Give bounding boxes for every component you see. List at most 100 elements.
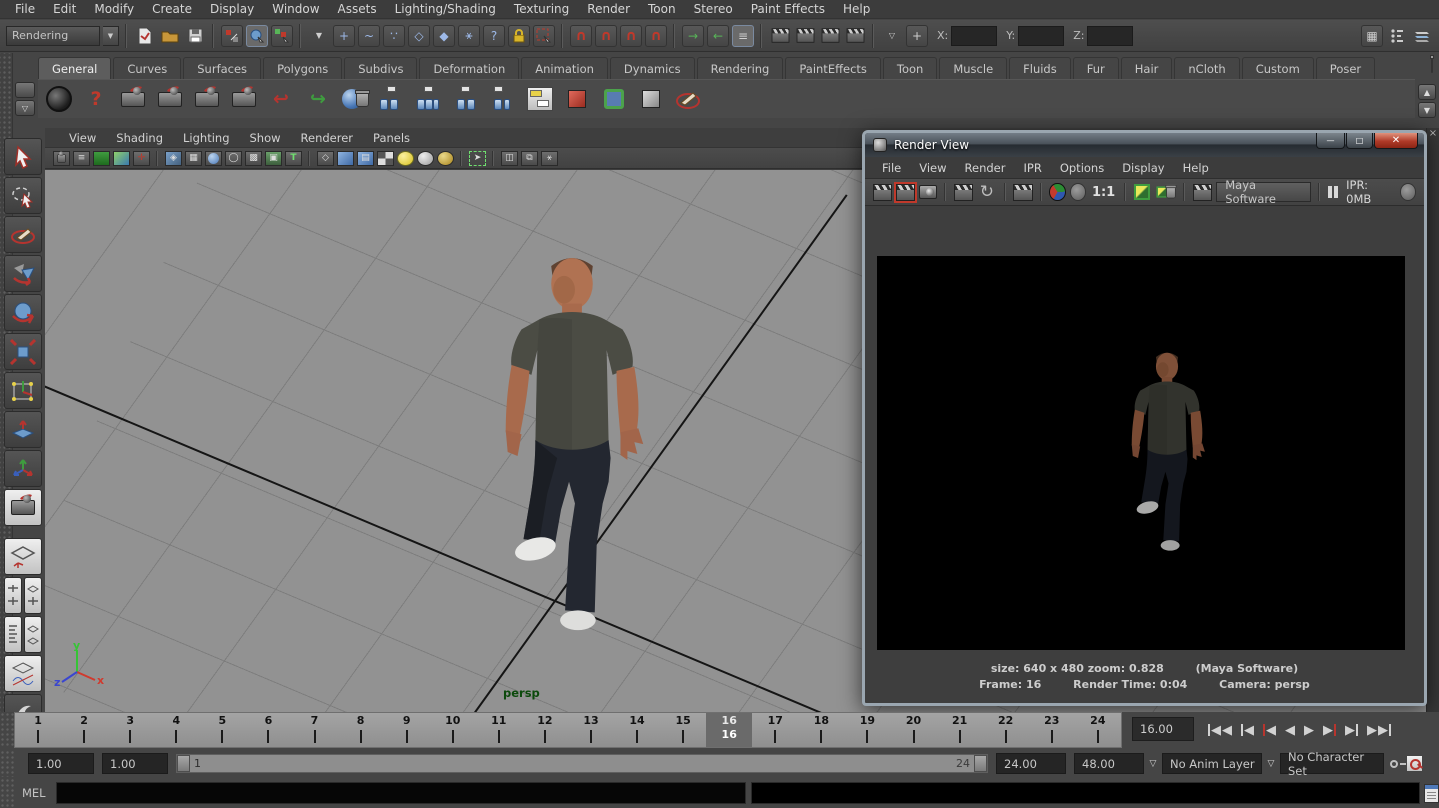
step-forward-key-button[interactable]: ▶ <box>1321 721 1338 740</box>
duplicate-object-icon[interactable] <box>562 84 592 114</box>
safe-action-icon[interactable]: ▩ <box>245 151 262 166</box>
frame-cell[interactable]: 10 <box>430 713 476 747</box>
coordinate-expander-icon[interactable]: ▽ <box>881 25 903 47</box>
wireframe-display-icon[interactable]: ◇ <box>317 151 334 166</box>
toolbar-separator[interactable] <box>673 24 676 48</box>
group-objects-icon[interactable] <box>636 84 666 114</box>
shelf-tab-general[interactable]: General <box>38 57 111 79</box>
character-set-dropdown-icon[interactable]: ▽ <box>1262 755 1280 773</box>
snap-magnet-plane-icon[interactable]: ∩ <box>645 25 667 47</box>
snap-magnet-point-icon[interactable]: ∩ <box>620 25 642 47</box>
animation-start-field[interactable]: 1.00 <box>28 753 94 774</box>
move-tool[interactable] <box>4 255 42 292</box>
x-coordinate-field[interactable] <box>951 26 997 46</box>
input-connections-icon[interactable]: → <box>682 25 704 47</box>
pause-ipr-icon[interactable] <box>1328 186 1338 198</box>
alpha-channel-button[interactable] <box>1070 183 1086 201</box>
menu-file[interactable]: File <box>6 1 44 17</box>
snapshot-button[interactable] <box>919 185 937 199</box>
film-reel-icon[interactable] <box>44 84 74 114</box>
frame-cell[interactable]: 4 <box>153 713 199 747</box>
render-settings-icon[interactable] <box>844 25 866 47</box>
shelf-delete-trash-icon[interactable] <box>1431 58 1433 72</box>
rv-menu-ipr[interactable]: IPR <box>1015 159 1051 177</box>
y-coordinate-field[interactable] <box>1018 26 1064 46</box>
menu-window[interactable]: Window <box>263 1 328 17</box>
rv-menu-render[interactable]: Render <box>956 159 1015 177</box>
output-connections-icon[interactable]: ← <box>707 25 729 47</box>
frame-cell[interactable]: 3 <box>107 713 153 747</box>
frame-cell[interactable]: 21 <box>937 713 983 747</box>
panel-menu-view[interactable]: View <box>59 130 106 146</box>
menu-create[interactable]: Create <box>143 1 201 17</box>
snap-to-curves-icon[interactable]: ~ <box>358 25 380 47</box>
highlight-selection-icon[interactable] <box>533 25 555 47</box>
delete-unused-nodes-icon[interactable] <box>340 84 370 114</box>
anim-layer-field[interactable]: No Anim Layer <box>1162 753 1262 774</box>
render-view-titlebar[interactable]: Render View — □ ✕ <box>865 133 1424 157</box>
shelf-tab-custom[interactable]: Custom <box>1242 57 1314 79</box>
image-plane-icon[interactable] <box>113 151 130 166</box>
snap-to-grids-icon[interactable]: + <box>333 25 355 47</box>
menu-set-selector[interactable]: Rendering <box>6 26 100 46</box>
rv-menu-help[interactable]: Help <box>1174 159 1218 177</box>
menu-help[interactable]: Help <box>834 1 879 17</box>
quick-help-icon[interactable]: ? <box>81 84 111 114</box>
range-slider-bar[interactable]: 1 24 <box>176 754 988 773</box>
character-model[interactable] <box>478 244 666 664</box>
frame-cell[interactable]: 22 <box>983 713 1029 747</box>
shelf-tab-toon[interactable]: Toon <box>883 57 937 79</box>
shelf-tab-fur[interactable]: Fur <box>1073 57 1119 79</box>
xray-display-icon[interactable]: ⧉ <box>521 151 538 166</box>
panel-menu-shading[interactable]: Shading <box>106 130 173 146</box>
range-grip[interactable] <box>0 750 14 777</box>
go-to-start-button[interactable]: ◀◀ <box>1206 721 1234 740</box>
redo-icon[interactable]: ↪ <box>303 84 333 114</box>
rv-menu-view[interactable]: View <box>910 159 955 177</box>
render-current-frame-button[interactable] <box>896 184 915 201</box>
camera-roll-icon[interactable] <box>229 84 259 114</box>
snap-to-view-planes-icon[interactable]: ◇ <box>408 25 430 47</box>
menu-assets[interactable]: Assets <box>329 1 386 17</box>
default-lighting-icon[interactable] <box>397 151 414 166</box>
rv-menu-options[interactable]: Options <box>1051 159 1113 177</box>
hypergraph-window-icon[interactable] <box>525 84 555 114</box>
menu-stereo[interactable]: Stereo <box>685 1 742 17</box>
frame-cell[interactable]: 20 <box>890 713 936 747</box>
shelf-tab-fluids[interactable]: Fluids <box>1009 57 1071 79</box>
hypergraph-node-icon[interactable] <box>377 84 407 114</box>
scale-tool[interactable] <box>4 333 42 370</box>
frame-cell[interactable]: 13 <box>568 713 614 747</box>
frame-cell[interactable]: 6 <box>245 713 291 747</box>
play-forward-button[interactable]: ▶ <box>1302 721 1316 740</box>
close-button[interactable]: ✕ <box>1374 133 1418 149</box>
playback-start-field[interactable]: 1.00 <box>102 753 168 774</box>
script-editor-icon[interactable] <box>1424 784 1439 803</box>
menu-display[interactable]: Display <box>201 1 263 17</box>
open-render-view-icon[interactable] <box>769 25 791 47</box>
command-line-grip[interactable] <box>0 778 14 808</box>
duplicate-special-icon[interactable] <box>599 84 629 114</box>
lock-selection-icon[interactable] <box>508 25 530 47</box>
panel-menu-lighting[interactable]: Lighting <box>173 130 239 146</box>
shelf-tab-rendering[interactable]: Rendering <box>697 57 784 79</box>
step-forward-frame-button[interactable]: ▶ <box>1343 721 1360 740</box>
attribute-editor-toggle-icon[interactable] <box>1411 25 1433 47</box>
playback-end-field[interactable]: 24.00 <box>996 753 1066 774</box>
minimize-button[interactable]: — <box>1316 133 1345 149</box>
shelf-tab-poser[interactable]: Poser <box>1316 57 1375 79</box>
actual-size-button[interactable]: 1:1 <box>1090 185 1117 200</box>
camera-dolly-icon[interactable] <box>155 84 185 114</box>
menu-texturing[interactable]: Texturing <box>505 1 578 17</box>
show-manipulator-tool[interactable] <box>4 450 42 487</box>
rotate-tool[interactable] <box>4 294 42 331</box>
wireframe-on-shaded-icon[interactable]: ◫ <box>501 151 518 166</box>
camera-track-icon[interactable] <box>192 84 222 114</box>
panel-menu-panels[interactable]: Panels <box>363 130 420 146</box>
frame-cell[interactable]: 23 <box>1029 713 1075 747</box>
open-render-settings-button[interactable] <box>1193 184 1212 201</box>
frame-cell[interactable]: 15 <box>660 713 706 747</box>
layout-hypershade-persp-button[interactable] <box>24 616 42 653</box>
set-key-icon[interactable] <box>1390 760 1398 768</box>
menu-lighting-shading[interactable]: Lighting/Shading <box>386 1 505 17</box>
